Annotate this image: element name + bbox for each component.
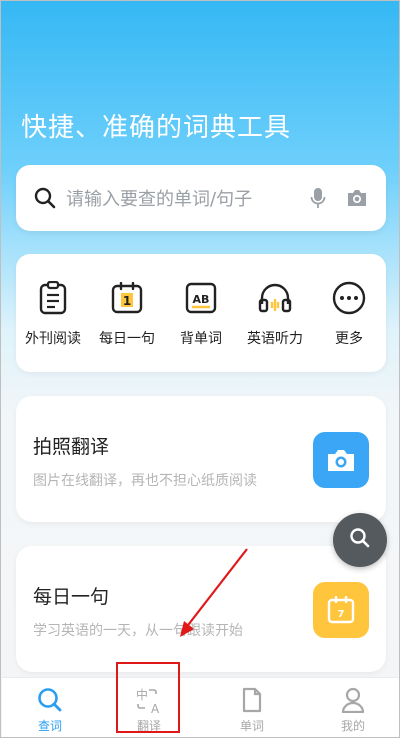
app-screen: 快捷、准确的词典工具 请输入要查的单词/句子 外刊阅读 1 每日一句 AB 背单… bbox=[0, 0, 400, 738]
annotation-arrow-icon bbox=[180, 548, 248, 637]
